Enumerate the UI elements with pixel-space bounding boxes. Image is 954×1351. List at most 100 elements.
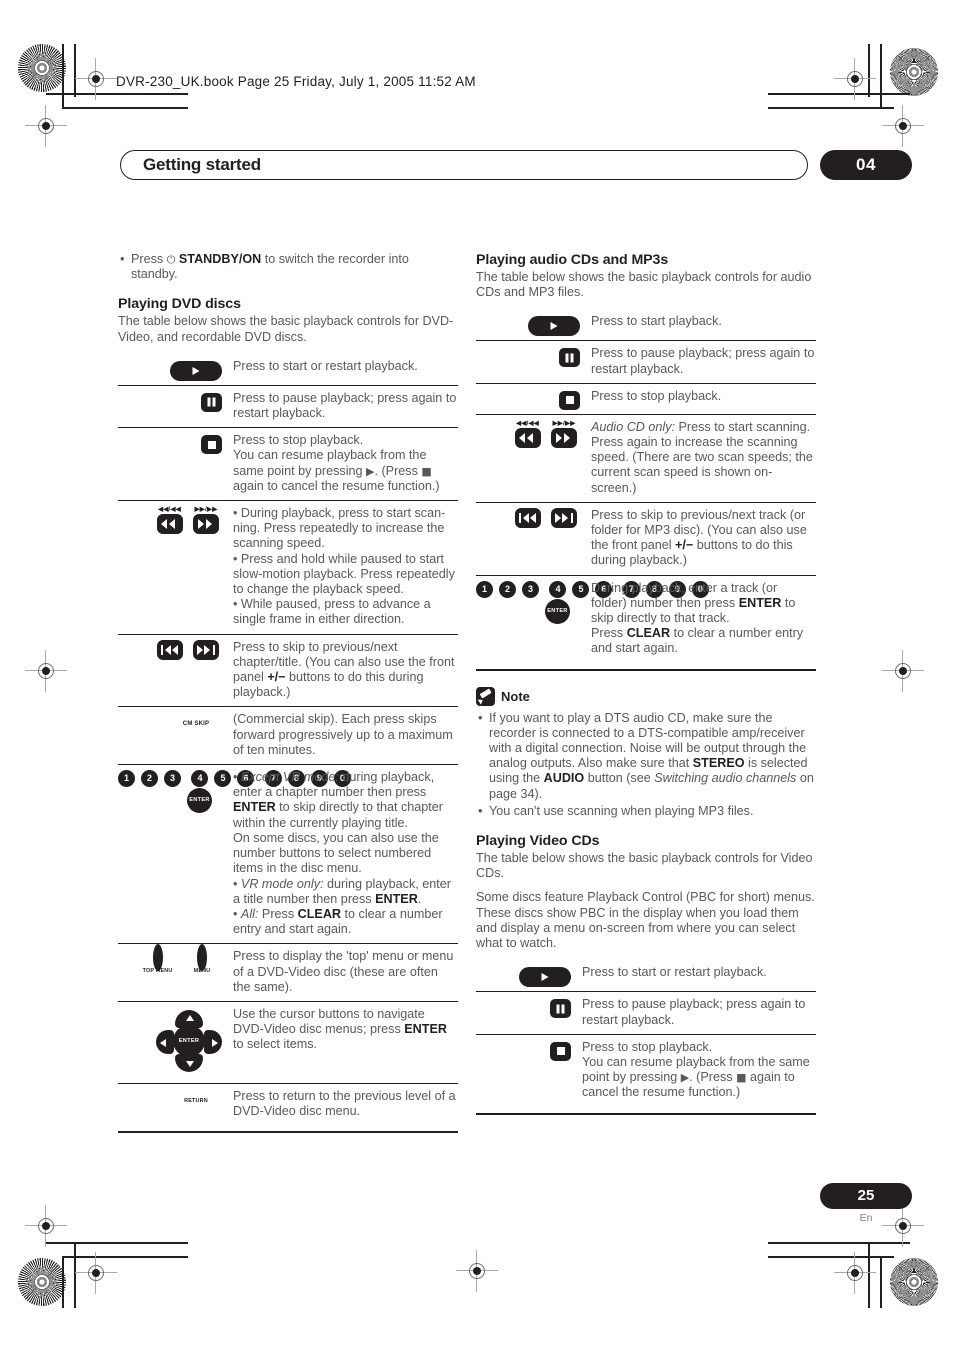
table-row: Press to stop playback.: [476, 382, 816, 415]
skip-previous-button-icon: [514, 507, 541, 528]
cm-skip-label: CM SKIP: [182, 721, 210, 728]
section-heading-playing-video-cds: Playing Video CDs: [476, 833, 600, 850]
description-cell: • During playback, press to start scan­n…: [231, 500, 458, 635]
table-row: Press to pause playback; press again to …: [476, 340, 816, 384]
number-key-4: 4: [191, 770, 209, 788]
trim-mark: [46, 93, 188, 95]
stop-button-icon: [201, 435, 222, 455]
enter-button-icon: ENTER: [173, 1024, 205, 1057]
registration-mark: [75, 58, 117, 100]
scan-reverse-label: ◀◀/◀◀: [158, 506, 181, 514]
scan-reverse-icon: ◀◀/◀◀: [154, 506, 186, 535]
description-cell: Press to pause playback; press again to …: [589, 340, 816, 384]
trim-mark: [62, 107, 188, 109]
chapter-number-badge: 04: [820, 150, 912, 180]
description-cell: Press to start or restart playback.: [233, 358, 418, 373]
icon-cell: 123 456 7890 ENTER: [118, 764, 351, 944]
description-cell: Press to stop playback. You can resume pl…: [580, 1033, 816, 1107]
registration-mark: [75, 1252, 117, 1294]
description-cell: Press to pause playback; press again to …: [580, 991, 816, 1035]
note-bullet-list: If you want to play a DTS audio CD, make…: [476, 710, 816, 819]
number-key-4: 4: [549, 580, 567, 598]
section-intro2-playing-video-cds: Some discs feature Playback Control (PBC…: [476, 890, 815, 951]
list-item: You can't use scanning when playing MP3 …: [476, 803, 816, 819]
scan-forward-icon: ▶▶/▶▶: [548, 420, 580, 448]
stop-button-icon: [559, 390, 580, 410]
description-cell: During playback, enter a track (or folde…: [589, 574, 816, 663]
icon-cell: CM SKIP: [118, 706, 231, 765]
right-column: Playing audio CDs and MP3s The table bel…: [476, 252, 816, 1115]
left-column: Press ⏻ STANDBY/ON to switch the recorde…: [118, 251, 458, 1134]
icon-cell: [476, 309, 589, 341]
trim-mark: [868, 44, 870, 97]
icon-cell: [476, 1033, 580, 1107]
icon-cell: RETURN: [118, 1082, 231, 1126]
table-row: TOP MENU MENU Press to display the 'top'…: [118, 943, 458, 1002]
icon-cell: [476, 382, 589, 415]
dvd-table-bottom-rule: [118, 1131, 458, 1134]
icon-cell: [476, 991, 580, 1035]
description-cell: Press to stop playback. You can resume pl…: [231, 427, 458, 501]
cursor-pad-icon: ENTER: [156, 1009, 222, 1072]
pause-button-icon: [550, 999, 571, 1019]
trim-mark: [768, 107, 894, 109]
menu-button-icon: MENU: [182, 944, 222, 975]
page-language-code: En: [859, 1212, 873, 1224]
description-cell: Press to stop playback.: [589, 382, 816, 415]
table-row: RETURN Press to return to the previous l…: [118, 1082, 458, 1126]
dvd-controls-table: Press to start or restart playback. Pres…: [118, 354, 458, 1126]
pause-button-icon: [201, 392, 222, 412]
table-row: 123 456 7890 ENTER During playback, ente…: [476, 574, 816, 663]
trim-mark: [62, 1256, 64, 1308]
icon-cell: [476, 501, 589, 576]
description-cell: Press to return to the previous level of…: [231, 1082, 458, 1126]
description-cell: Audio CD only: Press to start scanning. …: [589, 413, 816, 503]
description-cell: Press to skip to previous/next track (or…: [589, 501, 816, 576]
registration-mark: [882, 650, 924, 692]
note-block: Note If you want to play a DTS audio CD,…: [476, 686, 816, 819]
table-row: 123 456 7890 ENTER • Except VR mode: dur…: [118, 764, 458, 944]
trim-mark: [62, 44, 64, 109]
pause-button-icon: [559, 348, 580, 368]
chapter-header-bar: Getting started: [120, 150, 808, 180]
table-row: Press to skip to previous/next chapter/t…: [118, 633, 458, 707]
section-intro-playing-video-cds: The table below shows the basic playback…: [476, 851, 813, 881]
trim-mark: [46, 1242, 188, 1244]
page-title: Getting started: [143, 155, 261, 174]
number-pad-icon: 123 456 7890 ENTER: [118, 770, 351, 816]
registration-mark: [834, 1252, 876, 1294]
play-symbol-icon: ▶: [680, 1071, 690, 1085]
scan-reverse-label: ◀◀/◀◀: [516, 419, 539, 427]
description-cell: Use the cursor buttons to navigate DVD-V…: [231, 1000, 458, 1084]
trim-mark: [880, 1256, 882, 1308]
return-button-icon: RETURN: [170, 1098, 222, 1104]
number-key-5: 5: [214, 770, 232, 788]
table-row: CM SKIP (Commercial skip). Each press sk…: [118, 706, 458, 765]
scan-reverse-icon: ◀◀/◀◀: [512, 420, 544, 448]
cm-skip-button-icon: CM SKIP: [170, 721, 222, 728]
description-cell: (Commercial skip). Each press skips for­…: [231, 706, 458, 765]
number-key-3: 3: [522, 580, 539, 598]
registration-mark: [834, 58, 876, 100]
videocd-controls-table: Press to start or restart playback. Pres…: [476, 960, 816, 1107]
icon-cell: ENTER: [118, 1000, 231, 1084]
icon-cell: ◀◀/◀◀ ▶▶/▶▶: [118, 500, 231, 635]
play-button-icon: [519, 967, 571, 988]
trim-mark: [768, 93, 910, 95]
trim-mark: [74, 1242, 76, 1308]
description-cell: Press to skip to previous/next chapter/t…: [231, 633, 458, 707]
number-key-5: 5: [572, 580, 590, 598]
registration-mark: [882, 105, 924, 147]
color-target-bottom-right: [890, 1258, 938, 1306]
menu-label: MENU: [193, 968, 211, 975]
play-button-icon: [170, 360, 222, 381]
icon-cell: [476, 340, 589, 384]
section-intro-playing-audio-cds: The table below shows the basic playback…: [476, 270, 812, 300]
icon-cell: [118, 384, 231, 428]
pencil-note-icon: [476, 686, 495, 706]
play-symbol-icon: ▶: [366, 464, 375, 478]
videocd-table-bottom-rule: [476, 1112, 816, 1115]
stop-symbol-icon: ■: [421, 464, 432, 478]
table-row: ◀◀/◀◀ ▶▶/▶▶ • During playback, press to …: [118, 500, 458, 635]
icon-cell: TOP MENU MENU: [118, 943, 231, 1002]
